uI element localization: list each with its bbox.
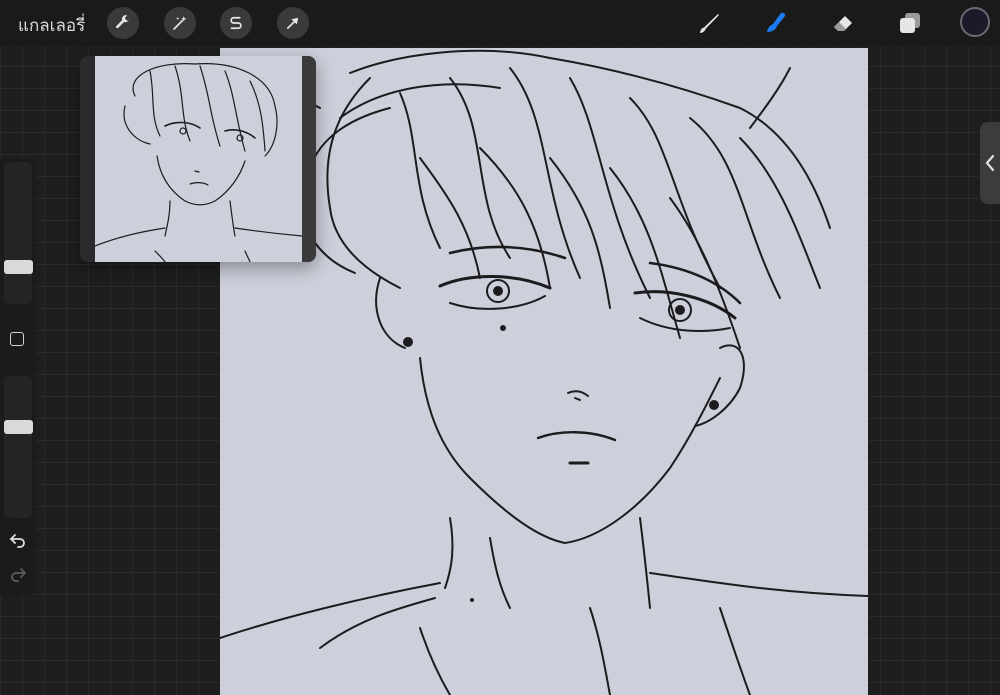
- brush-tool-button[interactable]: [694, 7, 726, 39]
- brush-size-thumb[interactable]: [4, 260, 33, 274]
- layers-button[interactable]: [894, 7, 926, 39]
- wrench-icon: [116, 15, 129, 29]
- actions-button[interactable]: [107, 7, 139, 39]
- reference-thumbnail-art: [95, 63, 302, 262]
- undo-icon[interactable]: [8, 530, 28, 550]
- eraser-icon: [834, 16, 852, 31]
- layers-icon: [900, 13, 920, 33]
- transform-button[interactable]: [277, 7, 309, 39]
- reference-image: [95, 56, 302, 262]
- smudge-tool-button[interactable]: [760, 7, 792, 39]
- smudge-icon: [767, 12, 786, 33]
- opacity-slider[interactable]: [4, 376, 32, 518]
- reference-window[interactable]: [80, 56, 316, 262]
- selection-s-icon: [230, 16, 242, 30]
- drawing-canvas[interactable]: [220, 48, 868, 695]
- color-picker-button[interactable]: [960, 7, 990, 37]
- opacity-thumb[interactable]: [4, 420, 33, 434]
- chevron-left-icon: [985, 154, 995, 172]
- brush-icon: [700, 14, 719, 33]
- magic-wand-icon: [173, 16, 187, 30]
- selection-button[interactable]: [220, 7, 252, 39]
- brush-size-slider[interactable]: [4, 162, 32, 304]
- line-art-portrait: [220, 49, 868, 695]
- modify-button[interactable]: [10, 332, 24, 346]
- transform-arrow-icon: [286, 17, 299, 30]
- adjustments-button[interactable]: [164, 7, 196, 39]
- top-toolbar: แกลเลอรี่: [0, 0, 1000, 46]
- panel-collapse-tab[interactable]: [980, 122, 1000, 204]
- reference-scrollbar[interactable]: [302, 56, 316, 262]
- eraser-tool-button[interactable]: [828, 7, 860, 39]
- redo-icon[interactable]: [8, 564, 28, 584]
- gallery-button[interactable]: แกลเลอรี่: [18, 12, 85, 39]
- left-sidebar: [0, 158, 36, 596]
